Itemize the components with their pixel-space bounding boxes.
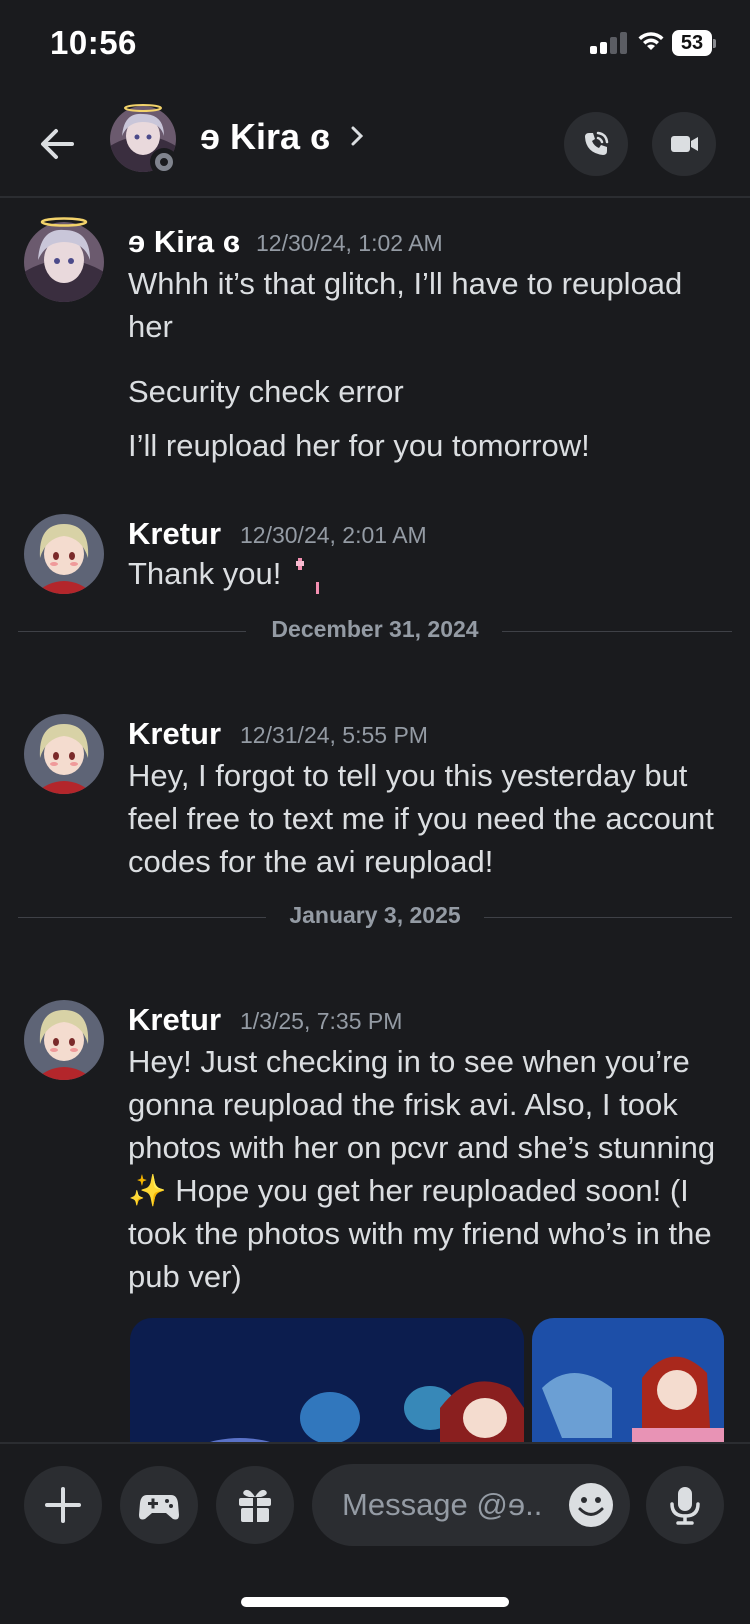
message-author[interactable]: Kretur [128,516,221,552]
back-arrow-icon[interactable] [32,118,84,170]
message-timestamp: 12/31/24, 5:55 PM [240,722,428,748]
message-author[interactable]: Kretur [128,1002,221,1038]
image-attachment[interactable] [130,1318,524,1442]
voice-message-button[interactable] [646,1466,724,1544]
microphone-icon [670,1487,700,1525]
battery-icon: 53 [672,30,716,56]
emoji-icon[interactable] [568,1482,614,1528]
dm-header: ɘ Kira ɞ [0,92,750,198]
status-time: 10:56 [50,24,137,61]
message-author[interactable]: ɘ Kira ɞ [128,224,240,260]
add-attachment-button[interactable] [24,1466,102,1544]
attachment-photo [532,1318,724,1442]
message-timestamp: 1/3/25, 7:35 PM [240,1008,403,1034]
sparkle-emoji-icon [296,558,319,594]
plus-icon [45,1487,81,1523]
message-text: Hey, I forgot to tell you this yesterday… [128,758,714,879]
activities-button[interactable] [120,1466,198,1544]
offline-status-indicator [150,148,178,176]
date-divider: January 3, 2025 [18,902,732,932]
message-input-container[interactable] [312,1464,630,1546]
message-text: Whhh it’s that glitch, I’ll have to reup… [128,266,683,344]
gift-icon [239,1489,271,1522]
image-attachment[interactable] [532,1318,724,1442]
avatar[interactable] [24,1000,104,1080]
message-list[interactable]: ɘ Kira ɞ 12/30/24, 1:02 AM Whhh it’s tha… [0,200,750,1442]
video-call-button[interactable] [652,112,716,176]
message-timestamp: 12/30/24, 2:01 AM [240,522,427,548]
gamepad-icon [139,1495,179,1520]
message-text: Thank you! [128,556,282,591]
message-text: I’ll reupload her for you tomorrow! [128,428,590,463]
message-text: Hey! Just checking in to see when you’re… [128,1044,716,1294]
message-input[interactable] [342,1482,542,1528]
chevron-right-icon[interactable] [348,122,366,150]
date-divider: December 31, 2024 [18,616,732,646]
phone-call-icon [585,131,609,155]
video-camera-icon [671,136,698,152]
message-timestamp: 12/30/24, 1:02 AM [256,230,443,256]
status-bar: 10:56 53 [0,0,750,92]
wifi-icon [638,32,664,50]
gift-button[interactable] [216,1466,294,1544]
attachment-photo [130,1318,524,1442]
battery-level: 53 [672,30,712,56]
signal-icon [590,30,630,54]
message-text: Security check error [128,374,404,409]
date-divider-label: January 3, 2025 [289,902,461,928]
avatar[interactable] [24,714,104,794]
date-divider-label: December 31, 2024 [271,616,479,642]
avatar[interactable] [24,514,104,594]
voice-call-button[interactable] [564,112,628,176]
avatar[interactable] [24,217,104,302]
message-author[interactable]: Kretur [128,716,221,752]
home-indicator[interactable] [241,1597,509,1607]
dm-title[interactable]: ɘ Kira ɞ [200,116,330,158]
